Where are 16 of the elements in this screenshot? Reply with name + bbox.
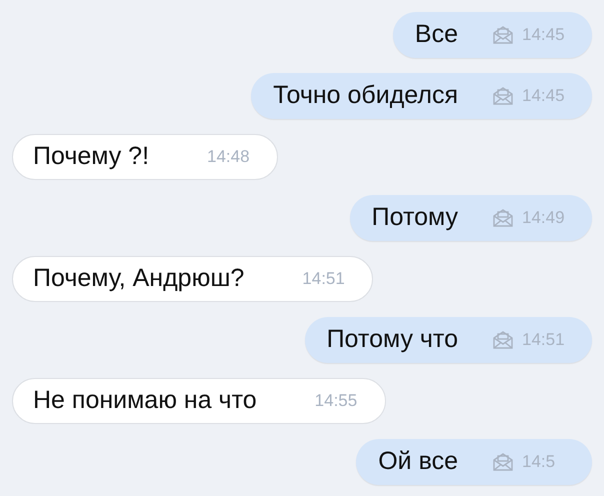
- message-text: Точно обиделся: [273, 80, 458, 112]
- message-text: Ой все: [378, 446, 458, 478]
- envelope-icon: [492, 86, 514, 106]
- message-time: 14:55: [314, 390, 358, 412]
- envelope-icon: [492, 25, 514, 45]
- envelope-icon: [492, 208, 514, 228]
- message-text: Потому что: [326, 324, 458, 356]
- envelope-icon: [492, 452, 514, 472]
- message-text: Почему ?!: [33, 141, 150, 172]
- message-time: 14:48: [207, 146, 251, 168]
- message-time: 14:51: [302, 268, 346, 290]
- message-text: Почему, Андрюш?: [33, 263, 244, 294]
- message-text: Все: [414, 19, 458, 50]
- envelope-icon: [492, 330, 514, 350]
- message-text: Не понимаю на что: [33, 385, 257, 416]
- message-text: Потому: [372, 202, 458, 234]
